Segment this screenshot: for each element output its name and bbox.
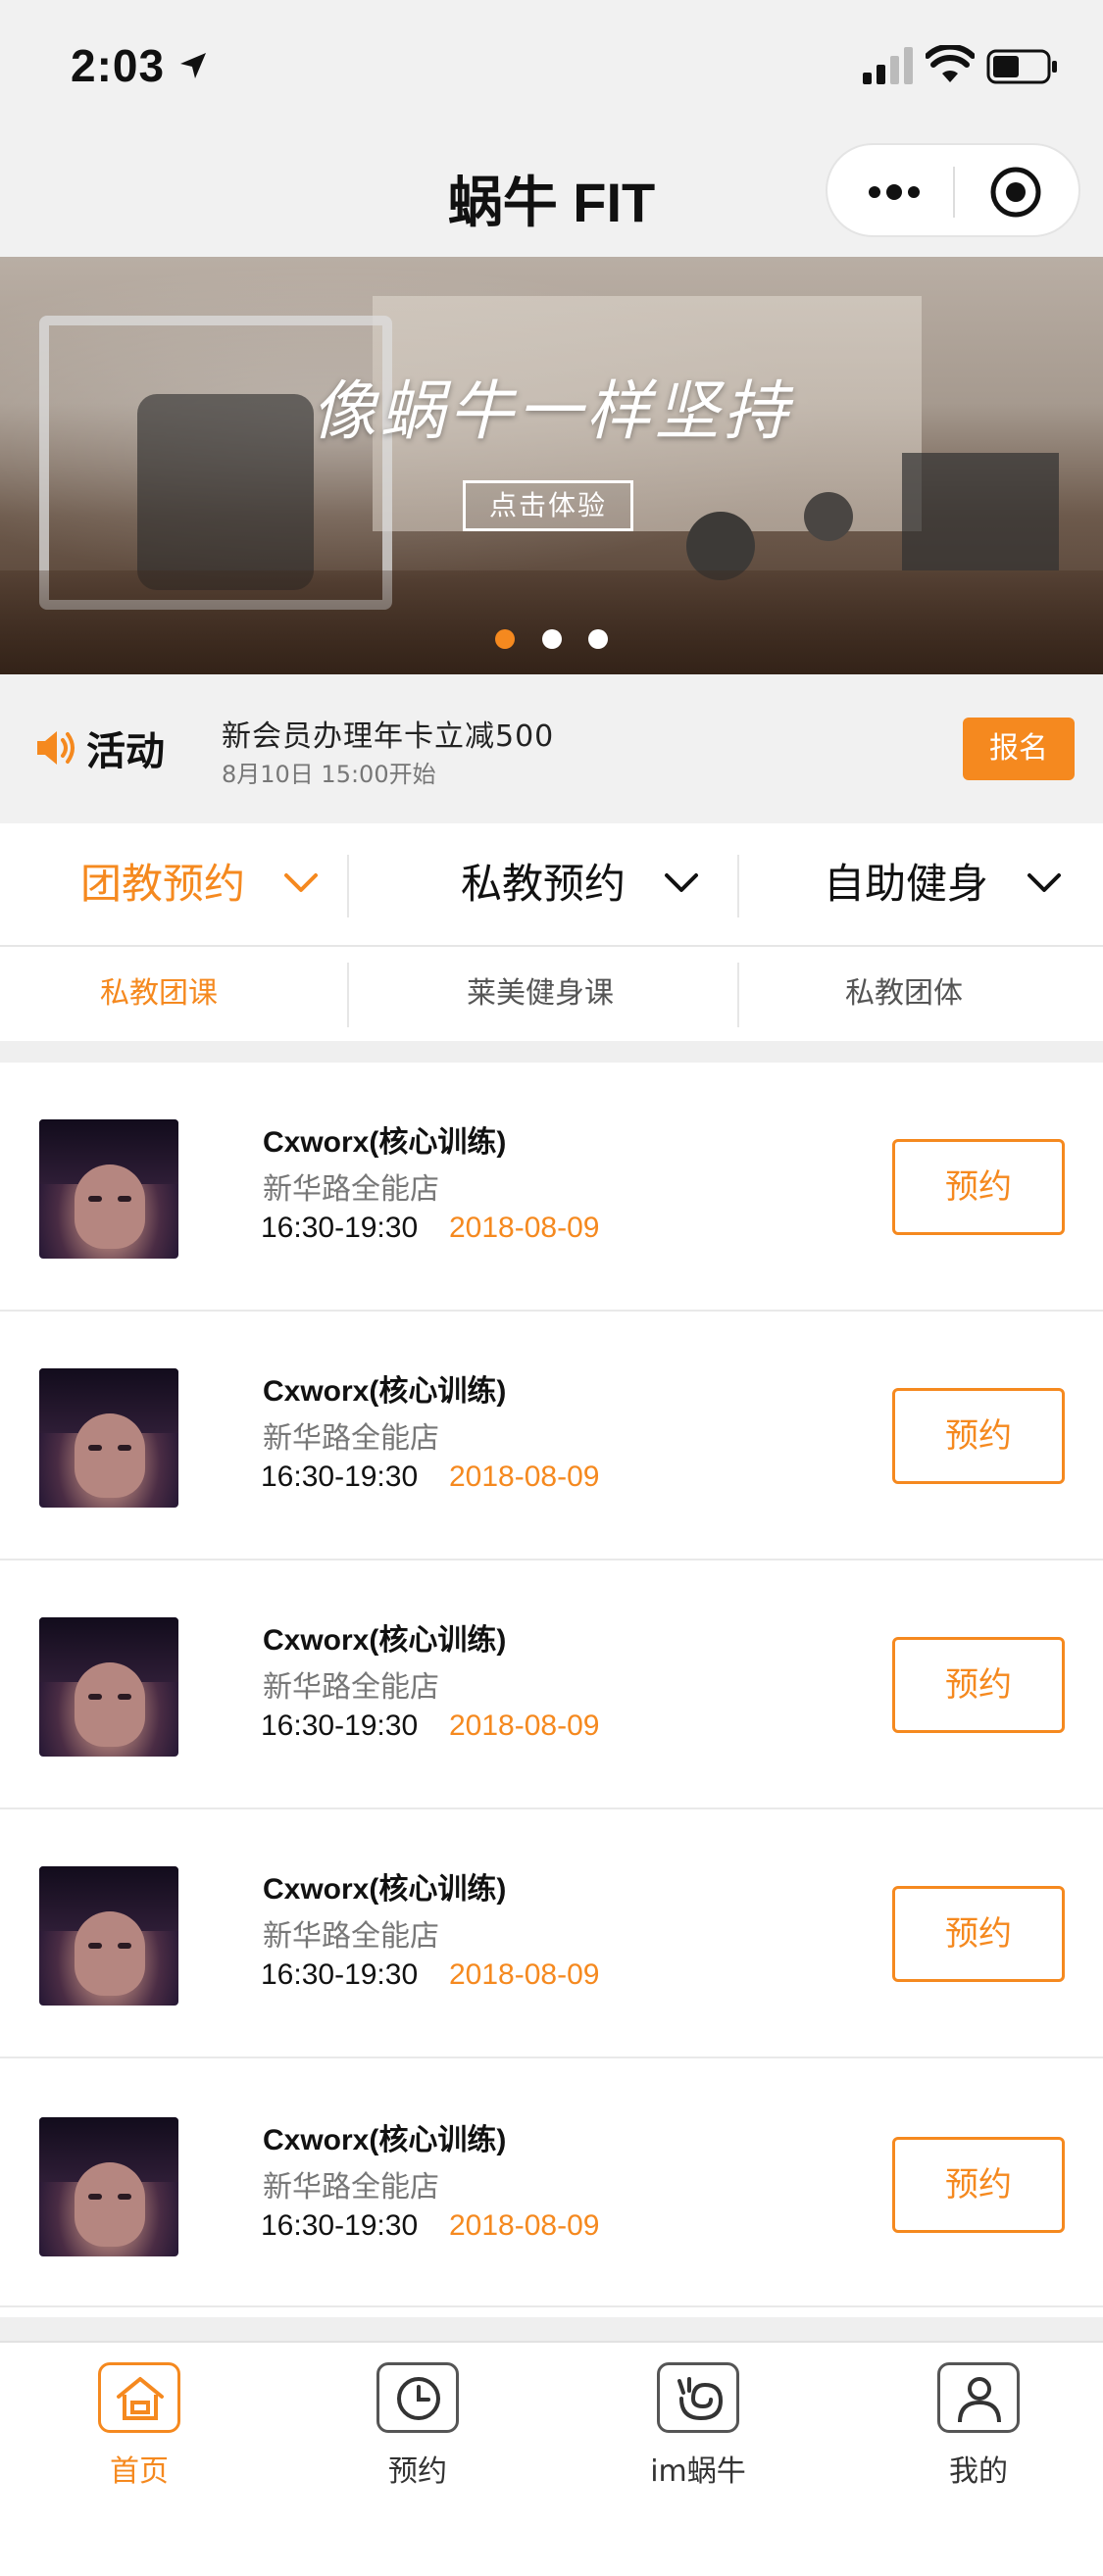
category-tabs: 团教预约 私教预约 自助健身 — [0, 823, 1103, 947]
carousel-dot-3[interactable] — [587, 629, 608, 649]
activity-title: 新会员办理年卡立减500 — [222, 719, 555, 754]
carousel-indicator — [0, 629, 1103, 653]
course-list: Cxworx(核心训练) 新华路全能店 16:30-19:30 2018-08-… — [0, 1063, 1103, 2317]
subtab-private-group[interactable]: 私教团课 — [100, 947, 218, 1041]
course-store: 新华路全能店 — [263, 1670, 439, 1705]
status-time: 2:03 — [71, 40, 166, 91]
location-arrow-icon — [180, 53, 206, 78]
user-icon — [937, 2362, 1020, 2433]
capsule-divider — [953, 167, 955, 218]
close-target-icon[interactable] — [988, 165, 1043, 220]
coach-avatar — [39, 1119, 178, 1259]
course-date: 2018-08-09 — [449, 2209, 600, 2242]
carousel-dot-2[interactable] — [541, 629, 562, 649]
activity-notice: 活动 新会员办理年卡立减500 8月10日 15:00开始 报名 — [0, 674, 1103, 823]
banner-floor — [0, 570, 1103, 674]
subtab-lesmills[interactable]: 莱美健身课 — [467, 947, 614, 1041]
chevron-down-icon — [284, 872, 319, 892]
course-name: Cxworx(核心训练) — [263, 1375, 507, 1408]
banner-experience-button[interactable]: 点击体验 — [463, 480, 633, 531]
home-icon — [98, 2362, 180, 2433]
course-row[interactable]: Cxworx(核心训练) 新华路全能店 16:30-19:30 2018-08-… — [0, 1560, 1103, 1809]
course-store: 新华路全能店 — [263, 1172, 439, 1207]
tab-group-class[interactable]: 团教预约 — [80, 823, 319, 945]
book-button[interactable]: 预约 — [892, 1637, 1065, 1733]
tabbar-label: 我的 — [949, 2454, 1008, 2489]
course-time: 16:30-19:30 — [261, 1461, 419, 1493]
course-date: 2018-08-09 — [449, 1461, 600, 1493]
more-icon[interactable] — [863, 171, 926, 214]
banner-ball — [804, 492, 853, 541]
course-store: 新华路全能店 — [263, 1919, 439, 1954]
course-date: 2018-08-09 — [449, 1709, 600, 1742]
book-button[interactable]: 预约 — [892, 1886, 1065, 1982]
course-date: 2018-08-09 — [449, 1958, 600, 1991]
battery-icon — [986, 49, 1057, 84]
activity-label: 活动 — [86, 729, 165, 774]
chevron-down-icon — [665, 872, 699, 892]
mini-program-capsule — [826, 143, 1080, 237]
signup-button[interactable]: 报名 — [963, 718, 1075, 780]
banner-title: 像蜗牛一样坚持 — [311, 373, 792, 449]
carousel-dot-1[interactable] — [495, 629, 516, 649]
course-name: Cxworx(核心训练) — [263, 1873, 507, 1906]
tab-label: 私教预约 — [461, 860, 627, 908]
course-row[interactable]: Cxworx(核心训练) 新华路全能店 16:30-19:30 2018-08-… — [0, 1809, 1103, 2058]
course-time: 16:30-19:30 — [261, 1709, 419, 1742]
book-button[interactable]: 预约 — [892, 2137, 1065, 2233]
wifi-icon — [926, 45, 975, 82]
coach-avatar — [39, 1866, 178, 2006]
speaker-icon — [37, 731, 75, 765]
course-store: 新华路全能店 — [263, 1421, 439, 1456]
tab-label: 团教预约 — [80, 860, 246, 908]
banner-carousel[interactable]: 像蜗牛一样坚持 点击体验 — [0, 257, 1103, 674]
tabbar-label: im蜗牛 — [650, 2454, 746, 2489]
course-row[interactable]: Cxworx(核心训练) 新华路全能店 16:30-19:30 2018-08-… — [0, 2058, 1103, 2307]
course-row[interactable]: Cxworx(核心训练) 新华路全能店 16:30-19:30 2018-08-… — [0, 1063, 1103, 1312]
list-footer-divider — [0, 2317, 1103, 2341]
course-time: 16:30-19:30 — [261, 1212, 419, 1244]
course-time: 16:30-19:30 — [261, 1958, 419, 1991]
subtab-divider — [737, 963, 739, 1027]
tab-label: 自助健身 — [824, 860, 989, 908]
sub-category-tabs: 私教团课 莱美健身课 私教团体 — [0, 947, 1103, 1041]
course-name: Cxworx(核心训练) — [263, 1624, 507, 1657]
subtab-divider — [347, 963, 349, 1027]
tab-divider — [347, 855, 349, 917]
tabbar-item-im[interactable]: im蜗牛 — [600, 2362, 796, 2490]
banner-dumbbell-rack — [902, 453, 1059, 570]
section-divider — [0, 1041, 1103, 1063]
subtab-private-team[interactable]: 私教团体 — [845, 947, 963, 1041]
coach-avatar — [39, 2117, 178, 2256]
coach-avatar — [39, 1617, 178, 1757]
cellular-signal-icon — [863, 47, 913, 84]
status-bar: 2:03 — [0, 0, 1103, 133]
course-row[interactable]: Cxworx(核心训练) 新华路全能店 16:30-19:30 2018-08-… — [0, 1312, 1103, 1560]
tab-divider — [737, 855, 739, 917]
tabbar-item-profile[interactable]: 我的 — [880, 2362, 1077, 2490]
tab-self-fitness[interactable]: 自助健身 — [824, 823, 1062, 945]
snail-icon — [657, 2362, 739, 2433]
coach-avatar — [39, 1368, 178, 1508]
tabbar-label: 首页 — [110, 2454, 169, 2489]
book-button[interactable]: 预约 — [892, 1139, 1065, 1235]
book-button[interactable]: 预约 — [892, 1388, 1065, 1484]
course-store: 新华路全能店 — [263, 2170, 439, 2204]
clock-icon — [376, 2362, 459, 2433]
course-name: Cxworx(核心训练) — [263, 1126, 507, 1159]
chevron-down-icon — [1028, 872, 1062, 892]
tab-private-class[interactable]: 私教预约 — [461, 823, 699, 945]
course-time: 16:30-19:30 — [261, 2209, 419, 2242]
tabbar-label: 预约 — [388, 2454, 447, 2489]
course-date: 2018-08-09 — [449, 1212, 600, 1244]
activity-time: 8月10日 15:00开始 — [222, 761, 436, 788]
tabbar-item-home[interactable]: 首页 — [41, 2362, 237, 2490]
bottom-tab-bar: 首页 预约 im蜗牛 我的 — [0, 2341, 1103, 2576]
course-name: Cxworx(核心训练) — [263, 2124, 507, 2156]
nav-bar: 蜗牛 FIT — [0, 133, 1103, 257]
tabbar-item-booking[interactable]: 预约 — [320, 2362, 516, 2490]
